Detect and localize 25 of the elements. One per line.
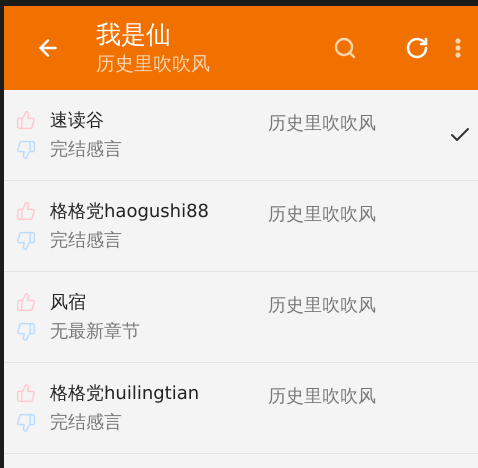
book-title: 历史里吹吹风 (268, 386, 376, 407)
thumbs-up-icon[interactable] (16, 110, 36, 130)
source-name: 风宿 (50, 291, 87, 315)
source-name: 格格党huilingtian (50, 382, 200, 406)
thumbs-up-icon[interactable] (16, 292, 36, 312)
more-icon (455, 38, 461, 58)
thumbs-down-icon[interactable] (16, 231, 36, 251)
book-title: 历史里吹吹风 (268, 113, 376, 134)
thumbs-down-icon[interactable] (16, 140, 36, 160)
source-status: 完结感言 (50, 229, 123, 253)
source-status: 无最新章节 (50, 320, 141, 344)
book-title: 历史里吹吹风 (268, 204, 376, 225)
thumbs-down-icon[interactable] (16, 413, 36, 433)
refresh-icon (405, 36, 429, 60)
source-name: 格格党haogushi88 (50, 200, 210, 224)
toolbar-subtitle: 历史里吹吹风 (96, 52, 211, 77)
search-icon (333, 36, 357, 60)
toolbar-title: 我是仙 (96, 19, 172, 51)
source-status: 完结感言 (50, 411, 123, 435)
source-name: 速读谷 (50, 109, 105, 133)
thumbs-up-icon[interactable] (16, 201, 36, 221)
thumbs-down-icon[interactable] (16, 322, 36, 342)
book-title: 历史里吹吹风 (268, 295, 376, 316)
thumbs-up-icon[interactable] (16, 383, 36, 403)
source-status: 完结感言 (50, 138, 123, 162)
